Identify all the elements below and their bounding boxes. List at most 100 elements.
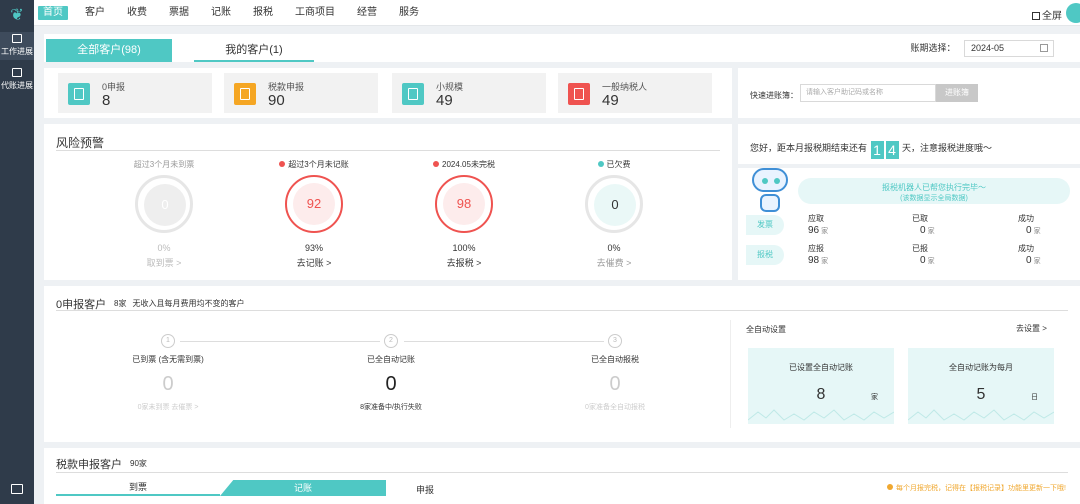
gauge-ring: 0 xyxy=(585,175,643,233)
step-number: 2 xyxy=(384,334,398,348)
nav-operations[interactable]: 经营 xyxy=(352,6,382,20)
row-tag-invoice[interactable]: 发票 xyxy=(746,215,784,235)
deadline-prefix: 您好，距本月报税期结束还有 xyxy=(750,143,868,153)
status-dot-icon xyxy=(597,161,604,167)
fetched-value: 0 xyxy=(920,225,926,236)
auto-bookkeeping-card: 已设置全自动记账 8 家 xyxy=(748,348,894,424)
go-bookkeeping-link[interactable]: 去记账 > xyxy=(254,256,374,269)
fullscreen-button[interactable]: 全屏 xyxy=(1032,7,1062,22)
fullscreen-icon xyxy=(1032,12,1040,20)
step-label: 已到票 (含无需到票) xyxy=(132,355,204,364)
go-collect-fee-link[interactable]: 去催费 > xyxy=(554,256,674,269)
stat-general-taxpayer[interactable]: 一般纳税人 49 xyxy=(558,73,712,113)
user-group-icon xyxy=(568,83,590,105)
divider-vertical xyxy=(730,320,731,428)
gauge-title: 超过3个月未记账 xyxy=(288,160,349,169)
gauge-title: 2024.05未完税 xyxy=(442,160,495,169)
tax-title: 税款申报客户 xyxy=(56,459,122,471)
declared-value: 0 xyxy=(920,255,926,266)
gauge-title-row: 2024.05未完税 xyxy=(404,159,524,171)
step-footer[interactable]: 0家未到票 去催票 > xyxy=(93,402,243,412)
tab-my-customers[interactable]: 我的客户(1) xyxy=(194,39,314,62)
gauge-value: 0 xyxy=(594,184,636,226)
step-footer[interactable]: 0家准备全自动报税 xyxy=(540,402,690,412)
info-dot-icon xyxy=(887,484,894,490)
nav-bookkeeping[interactable]: 记账 xyxy=(206,6,236,20)
success-value: 0 xyxy=(1026,225,1032,236)
customer-tabs: 全部客户(98) 我的客户(1) 账期选择： 2024-05 xyxy=(44,34,1080,62)
gauge-title: 已欠费 xyxy=(606,160,631,169)
sidebar-item-work-progress[interactable]: 工作进展 xyxy=(0,32,34,60)
auto-bookkeeping-day-card: 全自动记账为每月 5 日 xyxy=(908,348,1054,424)
tab-all-customers[interactable]: 全部客户(98) xyxy=(46,39,172,62)
users-icon xyxy=(402,83,424,105)
nav-invoices[interactable]: 票据 xyxy=(164,6,194,20)
nav-business-projects[interactable]: 工商项目 xyxy=(290,6,340,20)
tab-bookkeeping[interactable]: 记账 xyxy=(220,480,386,496)
gauge-value: 0 xyxy=(144,184,186,226)
sidebar-item-label: 工作进展 xyxy=(1,47,33,56)
col-declared: 已报 0 家 xyxy=(912,244,935,266)
col-should-fetch: 应取 96 家 xyxy=(808,214,829,236)
get-invoice-link[interactable]: 取到票 > xyxy=(104,256,224,269)
step-number: 3 xyxy=(608,334,622,348)
stat-value: 90 xyxy=(268,92,285,109)
quick-ledger-input[interactable]: 请输入客户助记码或名称 xyxy=(800,84,936,102)
zero-declaration-panel: 0申报客户 8家 无收入且每月费用均不变的客户 1 已到票 (含无需到票) 0 0… xyxy=(44,286,1080,442)
nav-services[interactable]: 服务 xyxy=(394,6,424,20)
card-label: 已设置全自动记账 xyxy=(789,363,853,372)
quick-ledger-label: 快速进账簿： xyxy=(750,91,798,100)
gauge-no-invoice: 超过3个月未到票 0 0% 取到票 > xyxy=(104,159,224,269)
avatar[interactable] xyxy=(1066,3,1080,23)
deadline-suffix: 天，注意报税进度哦～ xyxy=(902,143,993,153)
monitor-icon[interactable] xyxy=(11,484,23,494)
go-settings-link[interactable]: 去设置 > xyxy=(1016,323,1047,334)
gauge-ring: 98 xyxy=(435,175,493,233)
gauge-percent: 93% xyxy=(304,243,323,253)
deadline-digit-2: 4 xyxy=(885,141,899,159)
gauge-value: 98 xyxy=(443,183,485,225)
divider xyxy=(56,150,720,151)
gauge-title-row: 超过3个月未记账 xyxy=(254,159,374,171)
auto-settings-title: 全自动设置 xyxy=(746,325,786,334)
step-value: 0 xyxy=(385,373,397,395)
step-value: 0 xyxy=(162,373,174,395)
period-date-input[interactable]: 2024-05 xyxy=(964,40,1054,57)
gauge-value: 92 xyxy=(293,183,335,225)
stat-small-scale[interactable]: 小规模 49 xyxy=(392,73,546,113)
step-label: 已全自动报税 xyxy=(591,355,639,364)
robot-row-invoice: 发票 应取 96 家 已取 0 家 成功 0 家 xyxy=(746,212,1076,236)
card-label: 全自动记账为每月 xyxy=(949,363,1013,372)
stat-value: 8 xyxy=(102,92,111,109)
period-label: 账期选择： xyxy=(910,42,956,53)
alert-dot-icon xyxy=(433,161,440,167)
period-date-value: 2024-05 xyxy=(971,43,1005,53)
step-footer[interactable]: 8家准备中/执行失败 xyxy=(316,402,466,412)
tax-notice: 每个月报完税，记得在【报税记录】功能里更新一下哦! xyxy=(887,483,1066,493)
col-should-declare: 应报 98 家 xyxy=(808,244,829,266)
nav-fees[interactable]: 收费 xyxy=(122,6,152,20)
calendar-icon xyxy=(1040,44,1048,52)
sidebar-item-bookkeeping-progress[interactable]: 代账进展 xyxy=(0,66,34,94)
enter-ledger-button[interactable]: 进账簿 xyxy=(936,84,978,102)
robot-message: 报税机器人已帮您执行完毕～ xyxy=(882,183,986,192)
stat-tax-declaration[interactable]: 税款申报 90 xyxy=(224,73,378,113)
col-success: 成功 0 家 xyxy=(1018,214,1041,236)
stat-value: 49 xyxy=(602,92,619,109)
tax-declaration-panel: 税款申报客户 90家 到票 记账 申报 每个月报完税，记得在【报税记录】功能里更… xyxy=(44,448,1080,504)
row-tag-tax[interactable]: 报税 xyxy=(746,245,784,265)
sidebar-item-label: 代账进展 xyxy=(1,81,33,90)
nav-customers[interactable]: 客户 xyxy=(80,6,110,20)
go-tax-link[interactable]: 去报税 > xyxy=(404,256,524,269)
gauge-percent: 100% xyxy=(452,243,476,253)
nav-home[interactable]: 首页 xyxy=(38,6,68,20)
risk-warning-panel: 风险预警 超过3个月未到票 0 0% 取到票 > 超过3个月未记账 92 93%… xyxy=(44,124,732,280)
tax-count: 90家 xyxy=(130,459,147,468)
robot-icon xyxy=(748,168,792,214)
chart-icon xyxy=(12,34,22,43)
tax-robot-panel: 报税机器人已帮您执行完毕～ (该数据显示全局数据) 发票 应取 96 家 已取 0 家 … xyxy=(738,168,1080,280)
stat-value: 49 xyxy=(436,92,453,109)
stat-zero-declaration[interactable]: 0申报 8 xyxy=(58,73,212,113)
tab-invoice[interactable]: 到票 xyxy=(56,480,220,496)
nav-tax[interactable]: 报税 xyxy=(248,6,278,20)
